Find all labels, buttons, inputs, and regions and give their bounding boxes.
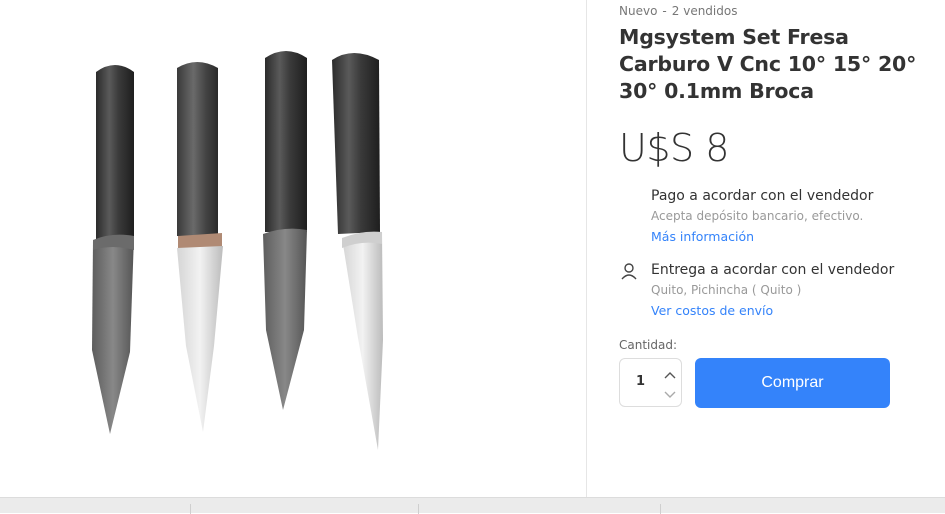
quantity-stepper[interactable]: 1 [619,358,682,407]
shipping-costs-link[interactable]: Ver costos de envío [651,303,773,318]
product-price: U$S 8 [619,126,729,170]
product-title: Mgsystem Set Fresa Carburo V Cnc 10° 15°… [619,25,917,103]
product-image[interactable] [0,0,586,497]
person-icon [620,262,640,282]
payment-detail: Acepta depósito bancario, efectivo. [651,209,864,223]
more-info-link[interactable]: Más información [651,229,754,244]
product-subtitle: Nuevo -2 vendidos [619,4,737,18]
shipping-location: Quito, Pichincha ( Quito ) [651,283,802,297]
chevron-up-icon[interactable] [662,367,678,381]
separator: - [662,4,667,18]
bit-2 [177,62,223,432]
divider [586,0,587,497]
bit-3 [263,51,307,410]
chevron-down-icon[interactable] [662,387,678,401]
buy-button[interactable]: Comprar [695,358,890,408]
shipping-title: Entrega a acordar con el vendedor [651,262,895,278]
sold-count: 2 vendidos [671,4,738,18]
payment-title: Pago a acordar con el vendedor [651,188,874,204]
bit-4 [332,53,383,450]
bit-1 [92,65,134,434]
product-gallery [0,0,586,497]
quantity-label: Cantidad: [619,338,678,352]
quantity-value[interactable]: 1 [636,374,645,389]
bottom-tabs-bar [0,497,945,514]
condition-label: Nuevo [619,4,658,18]
